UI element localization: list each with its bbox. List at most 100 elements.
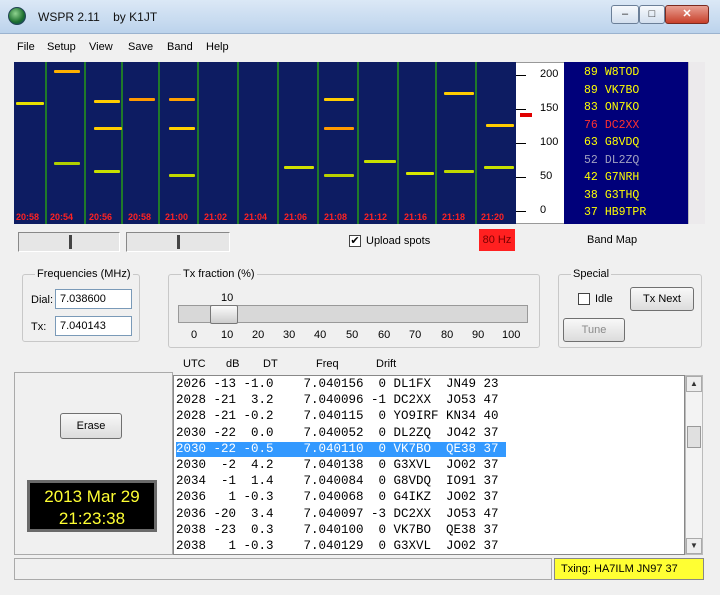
band-map-call: ON7KO bbox=[604, 101, 640, 114]
tune-button[interactable]: Tune bbox=[563, 318, 625, 342]
tx-fraction-scale-label: 70 bbox=[409, 329, 422, 341]
waterfall-time: 20:58 bbox=[128, 212, 152, 222]
tx-frequency-field[interactable]: 7.040143 bbox=[55, 316, 132, 336]
scale-tick bbox=[516, 143, 526, 144]
scale-tick bbox=[516, 75, 526, 76]
scale-tick bbox=[516, 177, 526, 178]
tx-fraction-scale-label: 60 bbox=[378, 329, 391, 341]
tx-fraction-scale-label: 30 bbox=[283, 329, 296, 341]
signal-trace bbox=[324, 174, 354, 177]
slider-thumb[interactable] bbox=[177, 235, 180, 249]
band-map-call: VK7BO bbox=[604, 83, 640, 97]
tx-label: Tx: bbox=[31, 321, 47, 333]
band-map-entry: 63 G8VDQ bbox=[584, 136, 639, 149]
band-map-call: DL2ZQ bbox=[604, 153, 640, 167]
waterfall-display[interactable]: 20:58 20:54 20:56 20:58 21:00 21:02 21:0… bbox=[14, 62, 516, 224]
waterfall-column bbox=[359, 62, 399, 224]
decode-row[interactable]: 2026 -13 -1.0 7.040156 0 DL1FX JN49 23 bbox=[176, 377, 506, 392]
txing-status: Txing: HA7ILM JN97 37 bbox=[554, 558, 704, 580]
slider-thumb[interactable] bbox=[69, 235, 72, 249]
frequency-scale: 200 150 100 50 0 bbox=[516, 62, 564, 224]
bandwidth-indicator: 80 Hz bbox=[479, 229, 515, 251]
signal-trace bbox=[129, 98, 155, 101]
waterfall-time: 21:12 bbox=[364, 212, 388, 222]
upload-spots-checkbox[interactable]: ✔ bbox=[349, 235, 361, 247]
waterfall-time: 21:18 bbox=[442, 212, 466, 222]
dial-label: Dial: bbox=[31, 294, 54, 306]
dial-frequency-field[interactable]: 7.038600 bbox=[55, 289, 132, 309]
band-map-snr: 83 bbox=[584, 101, 598, 114]
menu-file[interactable]: File bbox=[17, 41, 35, 53]
scale-label: 150 bbox=[540, 102, 559, 114]
scale-label: 0 bbox=[540, 204, 547, 216]
band-map-snr: 38 bbox=[584, 188, 598, 202]
band-map-scrollbar[interactable] bbox=[688, 62, 705, 224]
decode-row[interactable]: 2038 1 -0.3 7.040129 0 G3XVL JO02 37 bbox=[176, 539, 506, 554]
waterfall-time: 21:06 bbox=[284, 212, 308, 222]
tx-fraction-scale-label: 40 bbox=[314, 329, 327, 341]
menu-bar: File Setup View Save Band Help bbox=[0, 34, 720, 58]
scroll-down-icon[interactable]: ▼ bbox=[686, 538, 702, 554]
clock-date: 2013 Mar 29 bbox=[44, 487, 140, 506]
waterfall-column bbox=[399, 62, 437, 224]
decodes-scrollbar[interactable]: ▲ ▼ bbox=[685, 375, 703, 555]
idle-checkbox[interactable] bbox=[578, 293, 590, 305]
decode-row[interactable]: 2028 -21 3.2 7.040096 -1 DC2XX JO53 47 bbox=[176, 393, 506, 408]
signal-trace bbox=[16, 102, 44, 105]
band-map-entry: 38 G3THQ bbox=[584, 189, 639, 202]
band-map-entry: 83 ON7KO bbox=[584, 101, 639, 114]
tx-fraction-thumb[interactable] bbox=[210, 305, 238, 324]
tx-fraction-title: Tx fraction (%) bbox=[181, 268, 257, 280]
band-map-entry: 76 DC2XX bbox=[584, 119, 639, 132]
decode-row[interactable]: 2030 -2 4.2 7.040138 0 G3XVL JO02 37 bbox=[176, 458, 506, 473]
decode-row[interactable]: 2036 1 -0.3 7.040068 0 G4IKZ JO02 37 bbox=[176, 490, 506, 505]
menu-setup[interactable]: Setup bbox=[47, 41, 76, 53]
erase-button[interactable]: Erase bbox=[60, 413, 122, 439]
band-map-entry: 42 G7NRH bbox=[584, 171, 639, 184]
signal-trace bbox=[169, 127, 195, 130]
contrast-slider[interactable] bbox=[126, 232, 230, 252]
signal-trace bbox=[169, 174, 195, 177]
decoded-spots-list[interactable]: 2026 -13 -1.0 7.040156 0 DL1FX JN49 23 20… bbox=[173, 375, 685, 555]
close-button[interactable]: ✕ bbox=[665, 5, 709, 24]
special-title: Special bbox=[571, 268, 612, 280]
waterfall-column bbox=[199, 62, 239, 224]
menu-save[interactable]: Save bbox=[128, 41, 153, 53]
signal-trace bbox=[364, 160, 396, 163]
waterfall-time: 20:54 bbox=[50, 212, 74, 222]
decode-row[interactable]: 2038 -23 0.3 7.040100 0 VK7BO QE38 37 bbox=[176, 523, 506, 538]
band-map-entry: 89 W8TOD bbox=[584, 66, 639, 79]
waterfall-time: 21:02 bbox=[204, 212, 228, 222]
decode-row[interactable]: 2028 -21 -0.2 7.040115 0 YO9IRF KN34 40 bbox=[176, 409, 506, 424]
decode-row[interactable]: 2030 -22 0.0 7.040052 0 DL2ZQ JO42 37 bbox=[176, 426, 506, 441]
brightness-slider[interactable] bbox=[18, 232, 120, 252]
band-map-snr: 42 bbox=[584, 171, 598, 184]
band-map-snr: 52 bbox=[584, 153, 598, 167]
signal-trace bbox=[324, 127, 354, 130]
tx-next-button[interactable]: Tx Next bbox=[630, 287, 694, 311]
menu-help[interactable]: Help bbox=[206, 41, 229, 53]
waterfall-column bbox=[86, 62, 123, 224]
band-map-list: 89 W8TOD 89 VK7BO 83 ON7KO 76 DC2XX 63 G8VDQ 52 DL2… bbox=[564, 62, 688, 224]
waterfall-time: 21:16 bbox=[404, 212, 428, 222]
scroll-up-icon[interactable]: ▲ bbox=[686, 376, 702, 392]
scroll-thumb[interactable] bbox=[687, 426, 701, 448]
menu-band[interactable]: Band bbox=[167, 41, 193, 53]
status-bar bbox=[14, 558, 552, 580]
menu-view[interactable]: View bbox=[89, 41, 113, 53]
signal-trace bbox=[284, 166, 314, 169]
scale-label: 200 bbox=[540, 68, 559, 80]
decode-row[interactable]: 2030 -22 -0.5 7.040110 0 VK7BO QE38 37 bbox=[176, 441, 506, 457]
signal-trace bbox=[94, 100, 120, 103]
header-dt: DT bbox=[263, 358, 278, 370]
tx-fraction-scale-label: 100 bbox=[502, 329, 521, 341]
decode-row[interactable]: 2034 -1 1.4 7.040084 0 G8VDQ IO91 37 bbox=[176, 474, 506, 489]
clock-time: 21:23:38 bbox=[58, 509, 126, 528]
decode-row[interactable]: 2036 -20 3.4 7.040097 -3 DC2XX JO53 47 bbox=[176, 507, 506, 522]
minimize-button[interactable]: – bbox=[611, 5, 639, 24]
maximize-button[interactable]: □ bbox=[639, 5, 665, 24]
header-freq: Freq bbox=[316, 358, 339, 370]
upload-spots-label: Upload spots bbox=[366, 235, 431, 247]
scale-tick bbox=[516, 109, 526, 110]
waterfall-column bbox=[47, 62, 86, 224]
